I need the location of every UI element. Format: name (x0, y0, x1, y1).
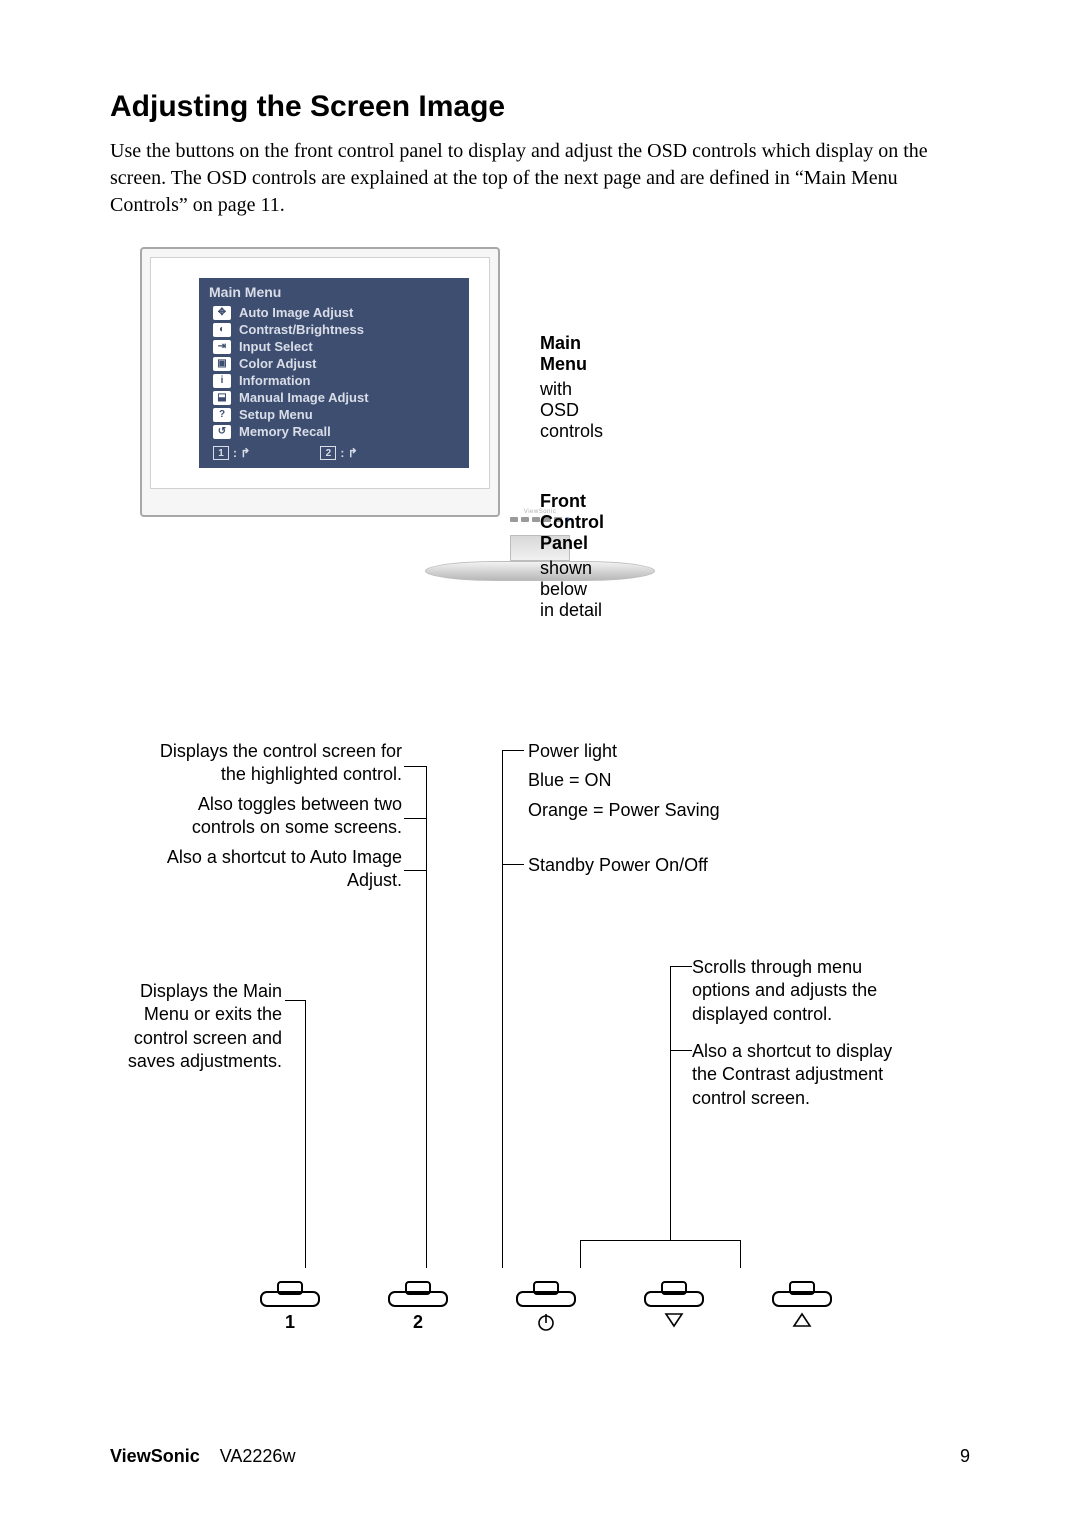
osd-item: i Information (199, 372, 469, 389)
button-icon (388, 1278, 448, 1308)
front-panel-callout: Front Control Panel shown below in detai… (540, 491, 604, 621)
page-number: 9 (960, 1446, 970, 1467)
monitor-frame: Main Menu ✥ Auto Image Adjust ◐ Contrast/B… (140, 247, 500, 517)
footer-model: VA2226w (220, 1446, 296, 1466)
page-title: Adjusting the Screen Image (110, 90, 970, 124)
button-1-description: Displays the Main Menu or exits the cont… (122, 980, 282, 1080)
label-text: Scrolls through menu options and adjusts… (692, 956, 912, 1026)
osd-menu: Main Menu ✥ Auto Image Adjust ◐ Contrast/B… (199, 278, 469, 468)
recall-icon: ↺ (213, 425, 231, 439)
label-text: Also toggles between two controls on som… (142, 793, 402, 840)
osd-item-label: Input Select (239, 339, 313, 354)
footer-brand: ViewSonic (110, 1446, 200, 1466)
callout-heading: Main Menu (540, 333, 603, 375)
button-label: 2 (413, 1312, 423, 1333)
triangle-up-icon (792, 1312, 812, 1328)
label-text: Blue = ON (528, 769, 798, 792)
osd-item: ↺ Memory Recall (199, 423, 469, 440)
monitor-illustration: Main Menu ✥ Auto Image Adjust ◐ Contrast/B… (110, 247, 970, 627)
label-text: Also a shortcut to display the Contrast … (692, 1040, 912, 1110)
button-icon (772, 1278, 832, 1308)
osd-item: ⇥ Input Select (199, 338, 469, 355)
callout-sub: with OSD controls (540, 379, 603, 442)
osd-item-label: Setup Menu (239, 407, 313, 422)
monitor-screen: Main Menu ✥ Auto Image Adjust ◐ Contrast/B… (150, 257, 490, 489)
osd-item: ▣ Color Adjust (199, 355, 469, 372)
contrast-icon: ◐ (213, 323, 231, 337)
osd-item: ? Setup Menu (199, 406, 469, 423)
physical-down-button (644, 1278, 704, 1333)
intro-paragraph: Use the buttons on the front control pan… (110, 138, 970, 219)
osd-item: ⬓ Manual Image Adjust (199, 389, 469, 406)
physical-power-button (516, 1278, 576, 1333)
label-text: Displays the control screen for the high… (142, 740, 402, 787)
label-text: Also a shortcut to Auto Image Adjust. (142, 846, 402, 893)
info-icon: i (213, 374, 231, 388)
scroll-description-b: Also a shortcut to display the Contrast … (692, 1040, 912, 1116)
osd-footer: 1 : ↱ 2 : ↱ (199, 440, 469, 462)
manual-icon: ⬓ (213, 391, 231, 405)
auto-adjust-icon: ✥ (213, 306, 231, 320)
osd-item-label: Information (239, 373, 311, 388)
setup-icon: ? (213, 408, 231, 422)
osd-item: ✥ Auto Image Adjust (199, 304, 469, 321)
button-label: 1 (285, 1312, 295, 1333)
label-text: Displays the Main Menu or exits the cont… (122, 980, 282, 1074)
triangle-down-icon (664, 1312, 684, 1328)
button-2-description: Displays the control screen for the high… (142, 740, 402, 898)
button-icon (260, 1278, 320, 1308)
input-icon: ⇥ (213, 340, 231, 354)
callout-sub: shown below in detail (540, 558, 604, 621)
physical-button-row: 1 2 (260, 1278, 832, 1333)
osd-title: Main Menu (199, 278, 469, 304)
power-button-description: Standby Power On/Off (528, 854, 788, 883)
physical-button-2: 2 (388, 1278, 448, 1333)
osd-key-2: 2 (320, 446, 336, 460)
main-menu-callout: Main Menu with OSD controls (540, 333, 603, 442)
osd-item: ◐ Contrast/Brightness (199, 321, 469, 338)
label-text: Standby Power On/Off (528, 854, 788, 877)
label-text: Orange = Power Saving (528, 799, 798, 822)
scroll-description-a: Scrolls through menu options and adjusts… (692, 956, 912, 1032)
label-text: Power light (528, 740, 798, 763)
physical-up-button (772, 1278, 832, 1333)
osd-key-1: 1 (213, 446, 229, 460)
power-light-description: Power light Blue = ON Orange = Power Sav… (528, 740, 798, 828)
color-icon: ▣ (213, 357, 231, 371)
osd-item-label: Contrast/Brightness (239, 322, 364, 337)
callout-heading: Front Control Panel (540, 491, 604, 554)
page-footer: ViewSonic VA2226w 9 (110, 1446, 970, 1467)
osd-item-label: Auto Image Adjust (239, 305, 353, 320)
power-icon (536, 1312, 556, 1332)
control-panel-diagram: Displays the control screen for the high… (110, 740, 970, 1360)
osd-item-label: Color Adjust (239, 356, 317, 371)
button-icon (644, 1278, 704, 1308)
osd-item-label: Memory Recall (239, 424, 331, 439)
physical-button-1: 1 (260, 1278, 320, 1333)
button-icon (516, 1278, 576, 1308)
osd-item-label: Manual Image Adjust (239, 390, 369, 405)
